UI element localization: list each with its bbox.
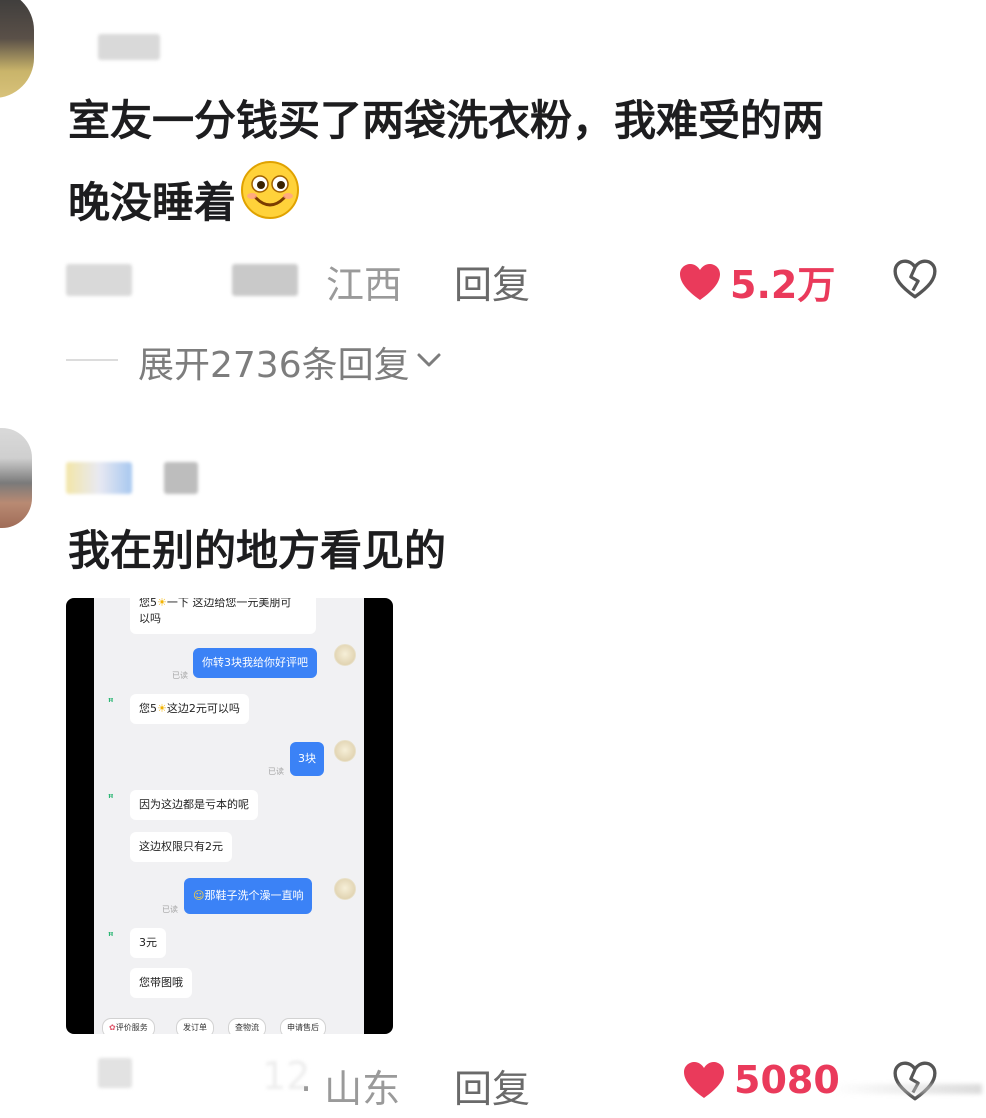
chat-message: 您带图哦 — [130, 968, 192, 998]
broken-heart-icon[interactable] — [892, 258, 938, 304]
reply-button[interactable]: 回复 — [454, 254, 530, 309]
chat-message: 你转3块我给你好评吧 — [193, 648, 317, 678]
heart-icon — [678, 261, 722, 303]
watermark — [832, 1084, 982, 1094]
location-label: · 山东 — [300, 1067, 401, 1111]
chat-message: 因为这边都是亏本的呢 — [130, 790, 258, 820]
comment-text: 我在别的地方看见的 — [68, 526, 447, 575]
comment-text: 室友一分钱买了两袋洗衣粉，我难受的两 晚没睡着 — [68, 82, 968, 245]
avatar — [334, 644, 356, 666]
like-button[interactable]: 5.2万 — [678, 254, 835, 309]
chevron-down-icon — [416, 350, 442, 374]
read-status: 已读 — [162, 905, 178, 914]
shop-icon: ꟸ — [108, 698, 114, 708]
chat-message: 3块 — [290, 742, 324, 776]
chip-review-service[interactable]: ✿评价服务 — [102, 1018, 155, 1034]
heart-icon — [682, 1059, 726, 1101]
chat-message: ☺那鞋子洗个澡一直响 — [184, 878, 313, 914]
chat-message: 3元 — [130, 928, 166, 958]
chip-send-order[interactable]: 发订单 — [176, 1018, 214, 1034]
like-count: 5.2万 — [730, 263, 836, 307]
chat-message: 这边权限只有2元 — [130, 832, 232, 862]
username[interactable] — [98, 34, 160, 60]
shop-icon: ꟸ — [108, 932, 114, 942]
chat-screenshot-image[interactable]: 您5☀一下 这边给您一元美朋可 以吗 你转3块我给你好评吧 已读 ꟸ 您5☀这边2… — [66, 598, 393, 1034]
shop-icon: ꟸ — [108, 794, 114, 804]
avatar — [334, 740, 356, 762]
expand-replies-label: 展开2736条回复 — [138, 345, 410, 386]
timestamp — [66, 264, 132, 296]
avatar[interactable] — [0, 428, 32, 528]
read-status: 已读 — [172, 671, 188, 680]
chat-message: 您5☀这边2元可以吗 — [130, 694, 249, 724]
emoji-icon: ☺ — [193, 889, 205, 902]
like-button[interactable]: 5080 — [682, 1058, 840, 1102]
expand-replies-button[interactable]: 展开2736条回复 — [138, 336, 442, 388]
read-status: 已读 — [268, 767, 284, 776]
comment-text-line2: 晚没睡着 — [68, 177, 237, 227]
chat-window: 您5☀一下 这边给您一元美朋可 以吗 你转3块我给你好评吧 已读 ꟸ 您5☀这边2… — [94, 598, 364, 1034]
smiley-emoji-icon — [240, 160, 300, 245]
broken-heart-icon[interactable] — [892, 1060, 938, 1106]
timestamp-detail — [232, 264, 298, 296]
chip-after-sales[interactable]: 申请售后 — [280, 1018, 326, 1034]
avatar[interactable] — [0, 0, 34, 98]
divider-line — [66, 359, 118, 361]
comment-text-line1: 室友一分钱买了两袋洗衣粉，我难受的两 — [68, 96, 825, 145]
chip-track-logistics[interactable]: 查物流 — [228, 1018, 266, 1034]
avatar — [334, 878, 356, 900]
chat-message: 您5☀一下 这边给您一元美朋可 以吗 — [130, 598, 316, 634]
reply-button[interactable]: 回复 — [454, 1058, 530, 1113]
like-count: 5080 — [734, 1058, 840, 1102]
location-label: 江西 — [326, 263, 403, 307]
timestamp — [98, 1058, 132, 1088]
username[interactable] — [66, 462, 198, 494]
